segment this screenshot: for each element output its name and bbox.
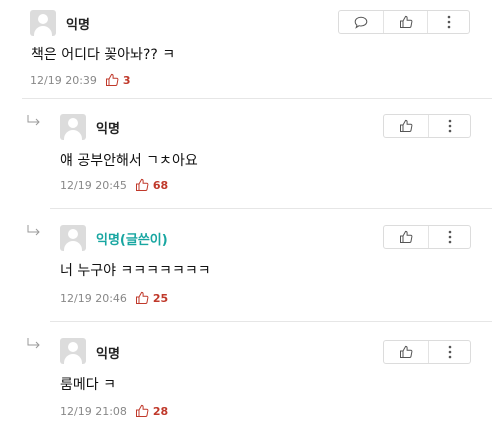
like-count: 28 — [152, 404, 169, 418]
more-button[interactable] — [428, 115, 470, 137]
comment-actions — [383, 114, 471, 138]
comment-meta: 12/19 20:46 25 — [60, 291, 168, 305]
more-button[interactable] — [428, 341, 470, 363]
like-count: 25 — [152, 291, 169, 305]
comment-author: 익명 — [96, 122, 120, 137]
comment-text: 룸메다 ㅋ — [60, 377, 116, 393]
vertical-ellipsis-icon — [448, 119, 451, 133]
like-button[interactable] — [383, 11, 427, 33]
reply-arrow-icon — [27, 115, 40, 126]
like-count: 68 — [152, 178, 169, 192]
reply-arrow-icon — [27, 225, 40, 236]
thumbs-up-icon[interactable] — [105, 73, 119, 87]
like-button[interactable] — [384, 115, 428, 137]
comment-author: 익명 — [66, 18, 90, 33]
comment-text: 너 누구야 ㅋㅋㅋㅋㅋㅋㅋ — [60, 263, 211, 279]
comment-meta: 12/19 20:45 68 — [60, 178, 168, 192]
thumbs-up-icon — [399, 15, 412, 28]
comment-actions — [383, 340, 471, 364]
speech-bubble-icon — [354, 16, 368, 29]
thumbs-up-icon[interactable] — [135, 291, 149, 305]
like-button[interactable] — [384, 226, 428, 248]
divider — [50, 321, 492, 322]
thumbs-up-icon — [400, 230, 413, 243]
comment-time: 12/19 20:45 — [60, 178, 127, 192]
comment-meta: 12/19 21:08 28 — [60, 404, 168, 418]
comment-time: 12/19 21:08 — [60, 404, 127, 418]
comment-time: 12/19 20:46 — [60, 291, 127, 305]
thumbs-up-icon — [400, 345, 413, 358]
vertical-ellipsis-icon — [448, 230, 451, 244]
comment-text: 얘 공부안해서 ㄱㅊ아요 — [60, 153, 198, 169]
reply-button[interactable] — [339, 11, 383, 33]
like-button[interactable] — [384, 341, 428, 363]
thumbs-up-icon — [400, 119, 413, 132]
divider — [22, 98, 492, 99]
comment-meta: 12/19 20:39 3 — [30, 73, 131, 87]
vertical-ellipsis-icon — [448, 345, 451, 359]
vertical-ellipsis-icon — [447, 15, 450, 29]
avatar — [60, 338, 86, 364]
comment-time: 12/19 20:39 — [30, 73, 97, 87]
comment-author-writer: 익명(글쓴이) — [96, 233, 168, 248]
avatar — [60, 114, 86, 140]
divider — [50, 208, 492, 209]
avatar — [60, 225, 86, 251]
comment-text: 책은 어디다 꽂아놔?? ㅋ — [31, 47, 176, 63]
comment-actions — [338, 10, 470, 34]
thumbs-up-icon[interactable] — [135, 404, 149, 418]
avatar — [30, 10, 56, 36]
more-button[interactable] — [427, 11, 469, 33]
comment-actions — [383, 225, 471, 249]
thumbs-up-icon[interactable] — [135, 178, 149, 192]
reply-arrow-icon — [27, 338, 40, 349]
like-count: 3 — [122, 73, 131, 87]
comment-author: 익명 — [96, 347, 120, 362]
more-button[interactable] — [428, 226, 470, 248]
